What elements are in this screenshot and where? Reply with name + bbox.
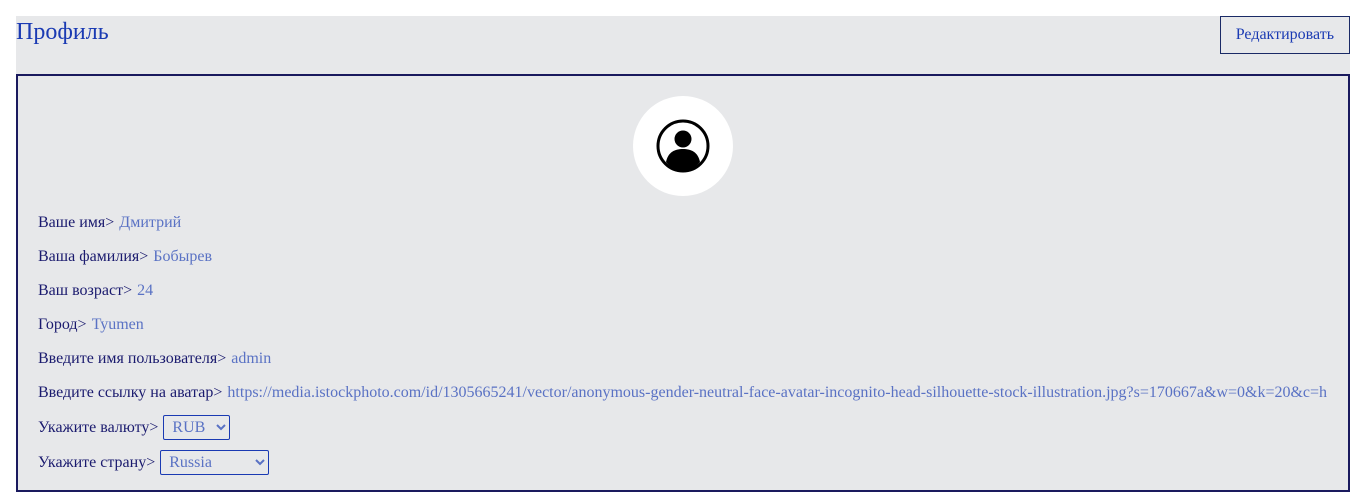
field-currency: Укажите валюту > RUB	[38, 410, 1328, 445]
field-value: Дмитрий	[119, 214, 182, 231]
field-city: Город > Tyumen	[38, 308, 1328, 342]
field-separator: >	[77, 316, 87, 333]
user-avatar-icon	[656, 119, 710, 173]
field-last-name: Ваша фамилия > Бобырев	[38, 240, 1328, 274]
avatar	[633, 96, 733, 196]
field-label: Ваша фамилия	[38, 248, 140, 265]
field-separator: >	[213, 384, 223, 401]
field-label: Укажите страну	[38, 453, 147, 471]
field-value: Tyumen	[91, 316, 144, 333]
profile-fields: Ваше имя > Дмитрий Ваша фамилия > Бобырев …	[38, 206, 1328, 480]
field-label: Введите ссылку на аватар	[38, 384, 214, 401]
field-avatar-url: Введите ссылку на аватар > https://media.…	[38, 376, 1328, 410]
profile-card: Ваше имя > Дмитрий Ваша фамилия > Бобырев …	[16, 74, 1350, 492]
field-country: Укажите страну > Russia	[38, 445, 1328, 480]
field-label: Введите имя пользователя	[38, 350, 218, 367]
field-value: admin	[231, 350, 272, 367]
field-separator: >	[139, 248, 149, 265]
field-value: Бобырев	[153, 248, 213, 265]
field-separator: >	[123, 282, 133, 299]
field-first-name: Ваше имя > Дмитрий	[38, 206, 1328, 240]
field-separator: >	[146, 453, 156, 471]
country-select[interactable]: Russia	[160, 450, 270, 475]
field-label: Ваш возраст	[38, 282, 124, 299]
field-value: https://media.istockphoto.com/id/1305665…	[227, 384, 1328, 401]
field-label: Ваше имя	[38, 214, 106, 231]
field-username: Введите имя пользователя > admin	[38, 342, 1328, 376]
profile-header: Профиль Редактировать	[16, 16, 1350, 74]
edit-button[interactable]: Редактировать	[1219, 16, 1350, 54]
field-age: Ваш возраст > 24	[38, 274, 1328, 308]
field-label: Укажите валюту	[38, 418, 150, 436]
field-separator: >	[149, 418, 159, 436]
field-separator: >	[105, 214, 115, 231]
field-label: Город	[38, 316, 78, 333]
page-title: Профиль	[16, 19, 109, 45]
field-separator: >	[217, 350, 227, 367]
field-value: 24	[137, 282, 154, 299]
profile-page: Профиль Редактировать Ваше имя > Дмитрий …	[0, 0, 1350, 492]
currency-select[interactable]: RUB	[163, 415, 231, 440]
